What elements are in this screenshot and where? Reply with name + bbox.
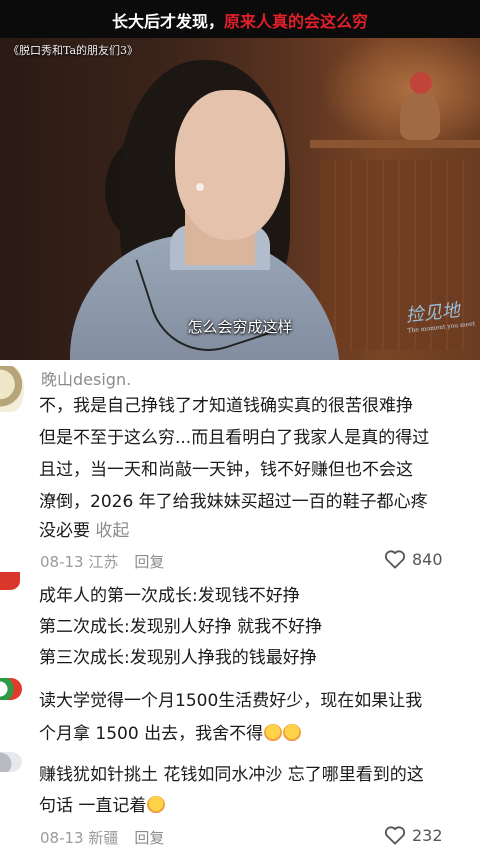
background-vase — [400, 90, 440, 140]
heart-icon — [384, 550, 406, 569]
avatar[interactable] — [0, 678, 22, 700]
comment-line: 潦倒，2026 年了给我妹妹买超过一百的鞋子都心疼 — [39, 492, 428, 512]
show-name: 《脱口秀和Ta的朋友们3》 — [8, 44, 139, 57]
comment-line: 没必要 — [39, 521, 96, 541]
speaker-face — [175, 90, 285, 240]
comment-list[interactable]: 晚山design. 不，我是自己挣钱了才知道钱确实真的很苦很难挣 但是不至于这么… — [0, 360, 480, 853]
comment-date: 08-13 — [40, 829, 84, 847]
crying-emoji-icon — [264, 724, 283, 741]
comment-line-last: 句话 一直记着 — [39, 791, 166, 821]
video-title-white: 长大后才发现， — [111, 12, 224, 31]
comment-date: 08-13 — [40, 553, 84, 571]
video-title-red: 原来人真的会这么穷 — [224, 12, 369, 31]
comment-meta: 08-13 新疆 回复 — [40, 827, 164, 848]
comment-line: 且过，当一天和尚敲一天钟，钱不好赚但也不会这 — [39, 460, 413, 480]
like-count: 232 — [412, 825, 443, 845]
reply-button[interactable]: 回复 — [134, 829, 164, 847]
background-flower — [410, 72, 432, 94]
comment-username[interactable]: 晚山design. — [41, 366, 131, 390]
comment-line: 成年人的第一次成长:发现钱不好挣 — [39, 586, 300, 606]
crying-emoji-icon — [283, 724, 302, 741]
reply-button[interactable]: 回复 — [134, 553, 164, 571]
comment-location: 江苏 — [88, 553, 119, 571]
heart-icon — [384, 826, 406, 845]
video-player[interactable]: 长大后才发现，原来人真的会这么穷 《脱口秀和Ta的朋友们3》 怎么会穷成这样 捡… — [0, 0, 480, 360]
like-button[interactable]: 232 — [384, 825, 443, 845]
video-title-bar: 长大后才发现，原来人真的会这么穷 — [0, 0, 480, 38]
like-count: 840 — [412, 549, 443, 569]
comment-line: 赚钱犹如针挑土 花钱如同水冲沙 忘了哪里看到的这 — [39, 765, 424, 785]
comment-location: 新疆 — [88, 829, 119, 847]
video-title: 长大后才发现，原来人真的会这么穷 — [0, 8, 480, 32]
channel-watermark: 捡见地 The moment you meet — [404, 295, 476, 334]
avatar[interactable] — [0, 752, 22, 772]
crying-emoji-icon — [147, 796, 166, 813]
comment-line-last: 个月拿 1500 出去，我舍不得 — [39, 719, 302, 749]
comment-line: 第二次成长:发现别人好挣 就我不好挣 — [39, 617, 323, 637]
avatar[interactable] — [0, 366, 24, 412]
comment-line: 句话 一直记着 — [39, 796, 147, 816]
comment-meta: 08-13 江苏 回复 — [40, 551, 164, 572]
collapse-link[interactable]: 收起 — [95, 521, 129, 541]
comment-line: 第三次成长:发现别人挣我的钱最好挣 — [39, 648, 317, 668]
comment-line: 但是不至于这么穷...而且看明白了我家人是真的得过 — [39, 428, 430, 448]
like-button[interactable]: 840 — [384, 549, 443, 569]
comment-line: 个月拿 1500 出去，我舍不得 — [39, 724, 264, 744]
avatar[interactable] — [0, 572, 20, 590]
background-shelf — [310, 140, 480, 148]
comment-line-last: 没必要 收起 — [39, 516, 129, 546]
speaker-earring — [196, 183, 204, 191]
comment-line: 不，我是自己挣钱了才知道钱确实真的很苦很难挣 — [39, 396, 413, 416]
comment-line: 读大学觉得一个月1500生活费好少，现在如果让我 — [39, 691, 423, 711]
